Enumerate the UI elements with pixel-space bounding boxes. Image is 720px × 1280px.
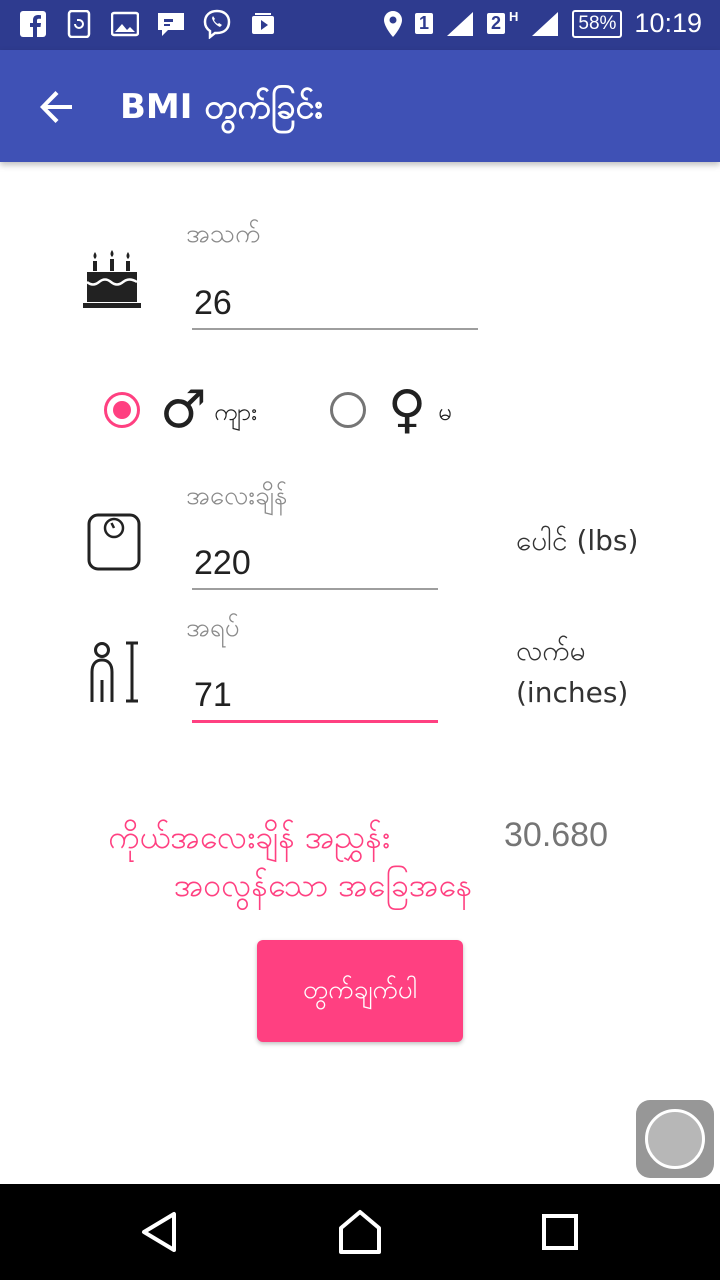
weight-unit: ပေါင် (lbs)	[516, 524, 639, 557]
bmi-result-label: ကိုယ်အလေးချိန် အညွှန်း	[108, 818, 391, 856]
female-radio[interactable]	[330, 392, 366, 428]
height-person-icon	[90, 641, 138, 703]
facebook-icon	[18, 9, 48, 39]
nav-home-icon[interactable]	[336, 1208, 384, 1256]
female-symbol-icon: ♀	[388, 380, 427, 440]
image-icon	[110, 9, 140, 39]
height-label: အရပ်	[186, 613, 240, 643]
nav-back-icon[interactable]	[136, 1208, 184, 1256]
sim2-badge: 2	[486, 13, 505, 34]
weight-scale-icon	[87, 513, 141, 571]
app-bar: BMI တွက်ခြင်း	[0, 50, 720, 162]
bmi-result-value: 30.680	[504, 816, 608, 854]
network-type: H	[509, 9, 519, 24]
clock: 10:19	[634, 8, 702, 38]
male-label: ကျား	[214, 398, 258, 426]
notification-icons	[18, 9, 278, 39]
bmi-status: အဝလွန်သော အခြေအနေ	[174, 866, 473, 904]
weight-input[interactable]	[192, 538, 438, 590]
message-icon	[156, 9, 186, 39]
assistive-touch-icon	[645, 1109, 705, 1169]
location-icon	[383, 10, 402, 37]
page-title: BMI တွက်ခြင်း	[120, 87, 323, 127]
height-unit-line1: လက်မ	[516, 634, 586, 667]
signal-1-icon	[446, 11, 473, 36]
back-button[interactable]	[30, 80, 84, 134]
birthday-cake-icon	[83, 250, 141, 308]
status-right: 1 2 H 58% 10:19	[383, 8, 702, 39]
arrow-back-icon	[40, 91, 72, 123]
viber-icon	[202, 9, 232, 39]
calculate-button[interactable]: တွက်ချက်ပါ	[257, 940, 463, 1042]
sync-doc-icon	[64, 9, 94, 39]
media-icon	[248, 9, 278, 39]
sim1-badge: 1	[414, 13, 433, 34]
male-symbol-icon: ♂	[160, 380, 207, 440]
height-unit-line2: (inches)	[516, 676, 629, 709]
male-radio[interactable]	[104, 392, 140, 428]
navigation-bar	[0, 1184, 720, 1280]
status-bar: 1 2 H 58% 10:19	[0, 0, 720, 50]
assistive-touch-button[interactable]	[636, 1100, 714, 1178]
height-input[interactable]	[192, 670, 438, 723]
battery-indicator: 58%	[572, 9, 623, 38]
age-label: အသက်	[186, 219, 261, 249]
signal-2-icon	[532, 11, 559, 36]
weight-label: အလေးချိန်	[186, 481, 288, 511]
nav-recents-icon[interactable]	[536, 1208, 584, 1256]
age-input[interactable]	[192, 278, 478, 330]
female-label: မ	[438, 398, 452, 426]
